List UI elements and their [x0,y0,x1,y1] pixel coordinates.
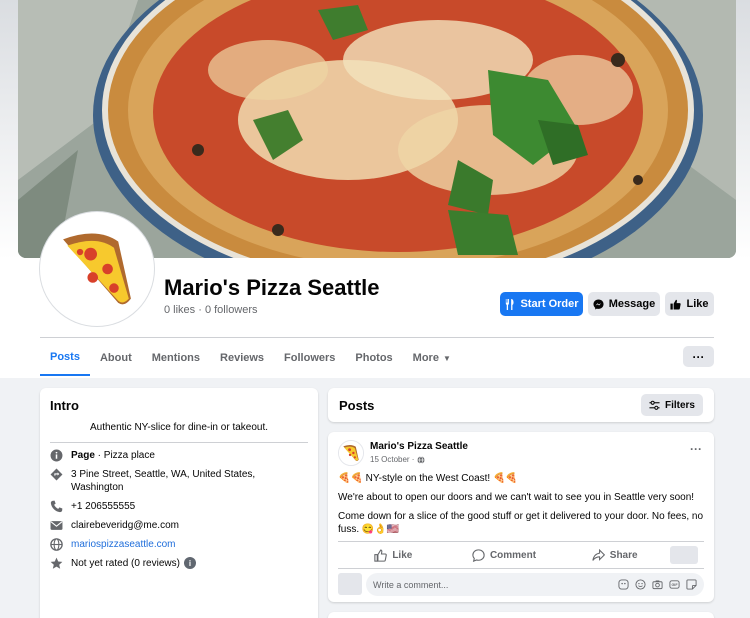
audience-selector-button[interactable] [670,546,699,564]
tab-label: Mentions [151,352,201,364]
phone-text: +1 206555555 [71,501,136,512]
header-divider [40,337,714,338]
email-text[interactable]: clairebeveridg@me.com [71,519,179,532]
post-comment-label: Comment [489,549,537,561]
intro-bio: Authentic NY-slice for dine-in or takeou… [89,422,269,433]
page-header: Mario's Pizza Seattle 0 likes · 0 follow… [0,0,750,378]
page-stats[interactable]: 0 likes · 0 followers [164,304,258,316]
tab-label: Posts [50,351,80,363]
tab-photos[interactable]: Photos [345,340,402,376]
avatar-sticker-icon[interactable] [618,579,629,590]
pizza-slice-icon [339,441,363,465]
messenger-icon [593,298,604,310]
page-title: Mario's Pizza Seattle [164,275,380,300]
info-email-row: clairebeveridg@me.com [50,519,308,532]
post-options-button[interactable]: ··· [690,442,702,456]
pizza-slice-icon [44,216,150,322]
comment-divider [338,568,704,569]
phone-icon [50,500,63,513]
post-line: We're about to open our doors and we can… [338,492,695,503]
commenter-avatar [338,573,362,595]
post-share-label: Share [609,549,638,561]
tab-more[interactable]: More ▼ [403,340,461,376]
sliders-icon [649,400,660,410]
start-order-label: Start Order [520,298,579,310]
tab-mentions[interactable]: Mentions [142,340,210,376]
like-page-button[interactable]: Like [665,292,714,316]
post-author-avatar[interactable] [338,440,364,466]
filters-button[interactable]: Filters [640,394,703,416]
post-divider [338,541,704,542]
tab-label: Photos [355,352,393,364]
comment-box[interactable]: GIF [366,573,704,596]
more-options-button[interactable]: ··· [683,346,714,367]
tab-posts[interactable]: Posts [40,340,90,376]
posts-header-card: Posts Filters [328,388,714,422]
rating-text-wrap: Not yet rated (0 reviews) i [71,557,196,570]
thumbs-up-icon [670,299,682,310]
next-post-card [328,612,714,618]
post-line: Come down for a slice of the good stuff … [338,511,704,535]
tab-label: Followers [284,352,336,364]
message-button[interactable]: Message [588,292,660,316]
filters-label: Filters [664,399,695,411]
gif-icon[interactable]: GIF [669,579,680,590]
caret-down-icon: ▼ [442,353,451,363]
info-phone-row: +1 206555555 [50,500,308,513]
camera-icon[interactable] [652,579,663,590]
tab-about[interactable]: About [90,340,142,376]
message-label: Message [608,298,656,310]
page-category: · Pizza place [94,450,155,461]
profile-avatar[interactable] [40,212,154,326]
tab-label: More [412,352,439,364]
comment-bubble-icon [472,548,485,562]
tab-reviews[interactable]: Reviews [210,340,274,376]
start-order-button[interactable]: Start Order [500,292,583,316]
post-like-label: Like [392,549,413,561]
post-body: 🍕🍕 NY-style on the West Coast! 🍕🍕 We're … [338,472,704,542]
post-date-text: 15 October · [370,455,415,464]
page-type-label: Page [71,450,95,461]
address-text: 3 Pine Street, Seattle, WA, United State… [71,469,256,493]
post-share-button[interactable]: Share [559,548,670,562]
website-link[interactable]: mariospizzaseattle.com [71,538,175,551]
tab-label: Reviews [220,352,265,364]
thumbs-up-outline-icon [374,549,388,562]
like-label: Like [686,298,709,310]
utensils-icon [506,298,514,310]
intro-title: Intro [50,398,79,413]
post-line: 🍕🍕 NY-style on the West Coast! 🍕🍕 [338,473,518,484]
rating-info-icon[interactable]: i [183,557,196,570]
info-category-row: Page · Pizza place [50,449,308,462]
post-timestamp[interactable]: 15 October · [370,455,425,464]
share-arrow-icon [592,548,605,561]
intro-divider [50,442,308,443]
intro-card: Intro Authentic NY-slice for dine-in or … [40,388,318,618]
globe-icon [417,455,425,464]
post-comment-button[interactable]: Comment [449,548,560,562]
emoji-icon[interactable] [635,579,646,590]
info-website-row: mariospizzaseattle.com [50,538,308,551]
rating-text: Not yet rated (0 reviews) [71,558,180,569]
tab-followers[interactable]: Followers [274,340,345,376]
tab-label: About [99,352,132,364]
post-author-name[interactable]: Mario's Pizza Seattle [370,441,468,452]
envelope-icon [50,519,63,532]
info-address-row: 3 Pine Street, Seattle, WA, United State… [50,468,308,494]
category-text: Page · Pizza place [71,449,155,462]
info-circle-icon [50,449,63,462]
sticker-icon[interactable] [686,579,697,590]
info-rating-row: Not yet rated (0 reviews) i [50,557,308,570]
globe-icon [50,538,63,551]
post-like-button[interactable]: Like [338,549,449,562]
posts-title: Posts [339,397,375,413]
page-tabs: Posts About Mentions Reviews Followers P… [40,340,461,376]
comment-input[interactable] [373,579,618,590]
comment-tools: GIF [618,579,697,590]
svg-text:GIF: GIF [671,583,678,587]
location-pin-icon [50,468,63,481]
post-card: Mario's Pizza Seattle 15 October · ··· 🍕… [328,432,714,602]
post-actions: Like Comment Share [338,543,704,567]
star-icon [50,557,63,570]
